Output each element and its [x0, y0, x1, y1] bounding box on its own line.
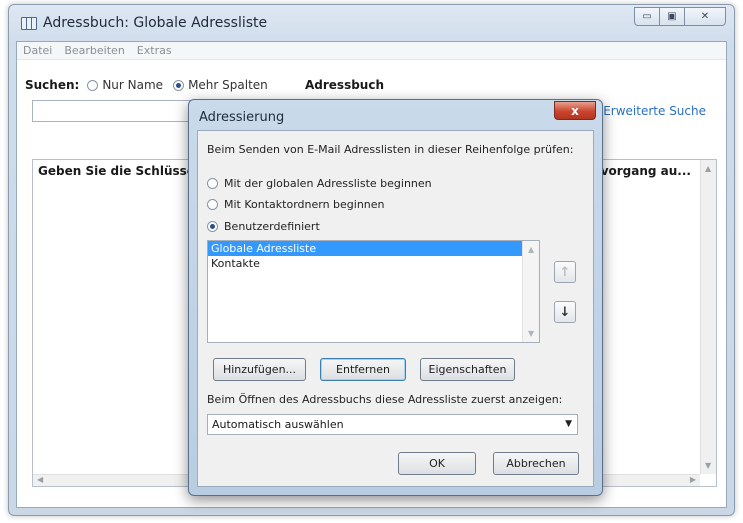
maximize-button[interactable]: ▣: [659, 7, 685, 26]
menu-datei[interactable]: Datei: [23, 44, 52, 57]
instruction-text: Beim Senden von E-Mail Adresslisten in d…: [207, 143, 574, 156]
column-header-name[interactable]: Geben Sie die Schlüssel: [38, 164, 199, 178]
radio-more-columns[interactable]: [173, 79, 185, 91]
option-global-first-label[interactable]: Mit der globalen Adressliste beginnen: [224, 177, 432, 190]
menu-bar: Datei Bearbeiten Extras: [17, 42, 726, 60]
window-controls: ▭ ▣ ✕: [634, 7, 726, 27]
scroll-left-icon[interactable]: ◀: [37, 475, 43, 484]
move-up-button[interactable]: ↑: [554, 261, 576, 283]
vertical-scrollbar[interactable]: ▲ ▼: [700, 160, 716, 474]
radio-name-only-label[interactable]: Nur Name: [102, 78, 163, 92]
window-title: Adressbuch: Globale Adressliste: [43, 15, 268, 31]
option-contacts-first[interactable]: Mit Kontaktordnern beginnen: [207, 198, 385, 211]
option-global-first[interactable]: Mit der globalen Adressliste beginnen: [207, 177, 432, 190]
minimize-button[interactable]: ▭: [634, 7, 660, 26]
scroll-up-icon[interactable]: ▲: [528, 245, 534, 254]
properties-button[interactable]: Eigenschaften: [420, 358, 515, 381]
addressbook-label: Adressbuch: [305, 78, 385, 92]
option-custom[interactable]: Benutzerdefiniert: [207, 220, 320, 233]
scroll-down-icon[interactable]: ▼: [705, 461, 711, 470]
advanced-search-link[interactable]: Erweiterte Suche: [603, 104, 706, 118]
dialog-close-button[interactable]: x: [554, 101, 596, 120]
ok-button[interactable]: OK: [398, 452, 476, 475]
title-bar[interactable]: Adressbuch: Globale Adressliste ▭ ▣ ✕: [9, 5, 734, 39]
remove-button[interactable]: Entfernen: [320, 358, 406, 381]
scroll-up-icon[interactable]: ▲: [705, 164, 711, 173]
open-list-value: Automatisch auswählen: [212, 418, 344, 431]
open-list-select[interactable]: Automatisch auswählen ▼: [207, 414, 578, 435]
open-list-label: Beim Öffnen des Adressbuchs diese Adress…: [207, 393, 563, 406]
search-label: Suchen:: [25, 78, 80, 92]
list-item[interactable]: Globale Adressliste: [208, 241, 522, 256]
move-down-button[interactable]: ↓: [554, 301, 576, 323]
close-button[interactable]: ✕: [684, 7, 726, 26]
option-custom-label[interactable]: Benutzerdefiniert: [224, 220, 320, 233]
list-item[interactable]: Kontakte: [208, 256, 539, 271]
dialog-title: Adressierung: [199, 110, 285, 125]
scroll-down-icon[interactable]: ▼: [528, 329, 534, 338]
chevron-down-icon[interactable]: ▼: [565, 415, 572, 434]
radio-custom[interactable]: [207, 221, 218, 232]
cancel-button[interactable]: Abbrechen: [493, 452, 579, 475]
radio-contacts-first[interactable]: [207, 199, 218, 210]
radio-global-first[interactable]: [207, 178, 218, 189]
menu-bearbeiten[interactable]: Bearbeiten: [64, 44, 124, 57]
dialog-body: Beim Senden von E-Mail Adresslisten in d…: [197, 130, 594, 487]
option-contacts-first-label[interactable]: Mit Kontaktordnern beginnen: [224, 198, 385, 211]
add-button[interactable]: Hinzufügen...: [213, 358, 306, 381]
list-scrollbar[interactable]: ▲ ▼: [522, 241, 539, 342]
column-header-right[interactable]: vorgang au...: [601, 164, 691, 178]
scroll-right-icon[interactable]: ▶: [690, 475, 696, 484]
address-list-box[interactable]: Globale Adressliste Kontakte ▲ ▼: [207, 240, 540, 343]
menu-extras[interactable]: Extras: [137, 44, 172, 57]
addressing-dialog: Adressierung x Beim Senden von E-Mail Ad…: [188, 99, 603, 496]
address-book-icon: [21, 17, 37, 30]
radio-name-only[interactable]: [87, 79, 99, 91]
search-options: Suchen: Nur Name Mehr Spalten: [25, 78, 278, 92]
radio-more-columns-label[interactable]: Mehr Spalten: [188, 78, 268, 92]
